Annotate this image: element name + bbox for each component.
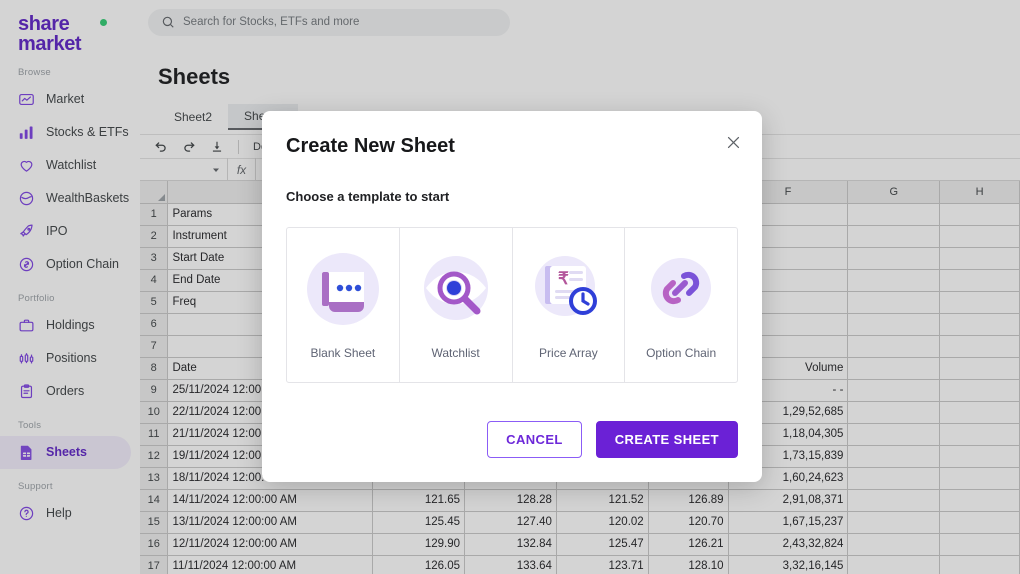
app-root: share market Browse Market Stocks & ETFs Wa… [0,0,1020,574]
template-card-option-chain[interactable]: Option Chain [625,228,737,382]
dialog-subtitle: Choose a template to start [286,189,450,204]
template-card-watchlist[interactable]: Watchlist [400,228,513,382]
template-list: Blank Sheet Watchlist ₹ Price Array Opti… [286,227,738,383]
cancel-button[interactable]: CANCEL [487,421,582,458]
create-sheet-button[interactable]: CREATE SHEET [595,421,738,458]
create-new-sheet-dialog: Create New Sheet Choose a template to st… [262,111,762,482]
template-card-blank-sheet[interactable]: Blank Sheet [287,228,400,382]
svg-text:₹: ₹ [558,269,569,288]
watchlist-eye-magnifier-illustration [413,246,499,332]
dialog-title: Create New Sheet [286,135,455,157]
template-card-label: Price Array [539,346,598,360]
blank-sheet-illustration [300,246,386,332]
option-chain-link-illustration [638,246,724,332]
template-card-label: Watchlist [431,346,480,360]
template-card-label: Blank Sheet [310,346,376,360]
dialog-actions: CANCEL CREATE SHEET [487,421,738,458]
price-array-rupee-clock-illustration: ₹ [525,246,611,332]
template-card-label: Option Chain [646,346,717,360]
template-card-price-array[interactable]: ₹ Price Array [513,228,626,382]
close-icon[interactable] [722,131,744,153]
